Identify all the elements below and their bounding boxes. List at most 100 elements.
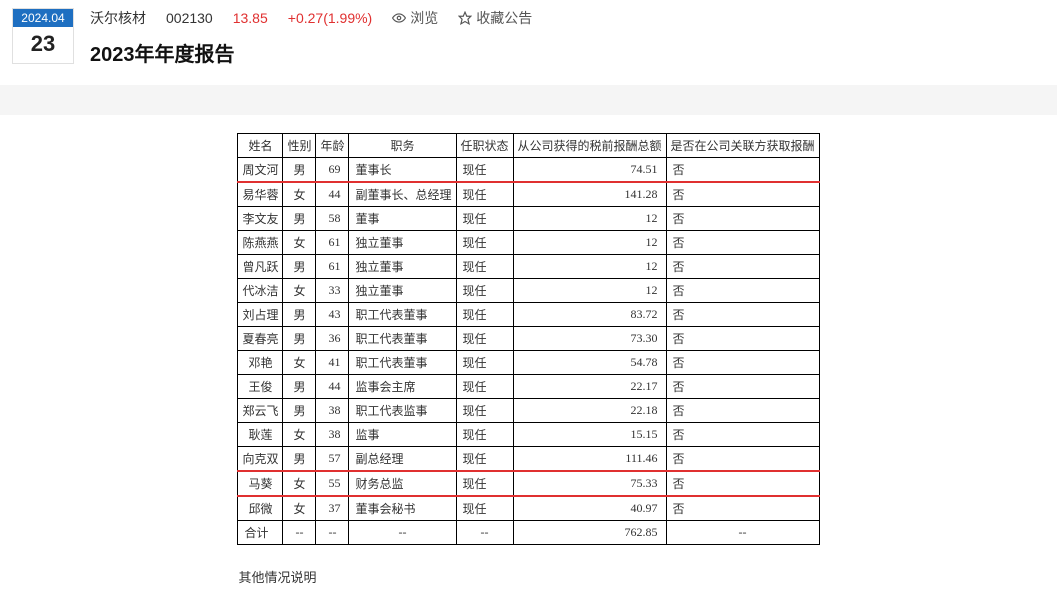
cell-age: 41 bbox=[316, 351, 349, 375]
cell-status: 现任 bbox=[456, 447, 513, 472]
cell-age: 61 bbox=[316, 231, 349, 255]
stock-name[interactable]: 沃尔核材 bbox=[90, 8, 146, 28]
total-dash: -- bbox=[666, 521, 819, 545]
cell-title: 职工代表董事 bbox=[349, 303, 456, 327]
view-label: 浏览 bbox=[410, 8, 438, 28]
table-row: 易华蓉女44副董事长、总经理现任141.28否 bbox=[238, 182, 819, 207]
cell-pay: 22.17 bbox=[513, 375, 666, 399]
cell-gender: 女 bbox=[283, 182, 316, 207]
cell-related: 否 bbox=[666, 375, 819, 399]
stock-line: 沃尔核材 002130 13.85 +0.27(1.99%) 浏览 收藏公告 bbox=[90, 8, 1045, 28]
cell-gender: 男 bbox=[283, 207, 316, 231]
cell-title: 副总经理 bbox=[349, 447, 456, 472]
stock-price: 13.85 bbox=[233, 10, 268, 26]
cell-related: 否 bbox=[666, 231, 819, 255]
cell-status: 现任 bbox=[456, 255, 513, 279]
cell-name: 马葵 bbox=[238, 471, 283, 496]
cell-gender: 女 bbox=[283, 423, 316, 447]
cell-gender: 男 bbox=[283, 327, 316, 351]
cell-gender: 男 bbox=[283, 447, 316, 472]
view-link[interactable]: 浏览 bbox=[392, 8, 438, 28]
cell-related: 否 bbox=[666, 207, 819, 231]
table-row: 李文友男58董事现任12否 bbox=[238, 207, 819, 231]
cell-pay: 40.97 bbox=[513, 496, 666, 521]
cell-name: 代冰洁 bbox=[238, 279, 283, 303]
cell-pay: 111.46 bbox=[513, 447, 666, 472]
date-year-month: 2024.04 bbox=[13, 9, 73, 27]
col-status: 任职状态 bbox=[456, 134, 513, 158]
col-related: 是否在公司关联方获取报酬 bbox=[666, 134, 819, 158]
cell-title: 职工代表董事 bbox=[349, 327, 456, 351]
total-dash: -- bbox=[316, 521, 349, 545]
document-page: 姓名 性别 年龄 职务 任职状态 从公司获得的税前报酬总额 是否在公司关联方获取… bbox=[179, 115, 879, 606]
cell-related: 否 bbox=[666, 447, 819, 472]
table-row: 邱微女37董事会秘书现任40.97否 bbox=[238, 496, 819, 521]
cell-gender: 女 bbox=[283, 351, 316, 375]
cell-pay: 54.78 bbox=[513, 351, 666, 375]
cell-status: 现任 bbox=[456, 351, 513, 375]
cell-related: 否 bbox=[666, 423, 819, 447]
cell-age: 69 bbox=[316, 158, 349, 183]
cell-related: 否 bbox=[666, 158, 819, 183]
cell-status: 现任 bbox=[456, 327, 513, 351]
executive-table: 姓名 性别 年龄 职务 任职状态 从公司获得的税前报酬总额 是否在公司关联方获取… bbox=[237, 133, 819, 545]
cell-title: 独立董事 bbox=[349, 279, 456, 303]
cell-status: 现任 bbox=[456, 207, 513, 231]
cell-status: 现任 bbox=[456, 279, 513, 303]
cell-pay: 12 bbox=[513, 231, 666, 255]
table-row: 陈燕燕女61独立董事现任12否 bbox=[238, 231, 819, 255]
cell-related: 否 bbox=[666, 327, 819, 351]
cell-age: 43 bbox=[316, 303, 349, 327]
cell-related: 否 bbox=[666, 182, 819, 207]
cell-status: 现任 bbox=[456, 158, 513, 183]
cell-name: 邱微 bbox=[238, 496, 283, 521]
cell-age: 55 bbox=[316, 471, 349, 496]
cell-title: 董事长 bbox=[349, 158, 456, 183]
table-row: 代冰洁女33独立董事现任12否 bbox=[238, 279, 819, 303]
cell-name: 陈燕燕 bbox=[238, 231, 283, 255]
table-row: 耿莲女38监事现任15.15否 bbox=[238, 423, 819, 447]
cell-gender: 男 bbox=[283, 158, 316, 183]
cell-name: 王俊 bbox=[238, 375, 283, 399]
cell-related: 否 bbox=[666, 496, 819, 521]
cell-gender: 男 bbox=[283, 255, 316, 279]
cell-title: 监事 bbox=[349, 423, 456, 447]
cell-status: 现任 bbox=[456, 423, 513, 447]
cell-title: 副董事长、总经理 bbox=[349, 182, 456, 207]
favorite-link[interactable]: 收藏公告 bbox=[458, 8, 532, 28]
cell-age: 33 bbox=[316, 279, 349, 303]
cell-status: 现任 bbox=[456, 471, 513, 496]
cell-age: 44 bbox=[316, 182, 349, 207]
cell-age: 61 bbox=[316, 255, 349, 279]
cell-title: 董事会秘书 bbox=[349, 496, 456, 521]
date-box: 2024.04 23 bbox=[12, 8, 74, 64]
total-dash: -- bbox=[456, 521, 513, 545]
cell-pay: 22.18 bbox=[513, 399, 666, 423]
table-row: 夏春亮男36职工代表董事现任73.30否 bbox=[238, 327, 819, 351]
cell-pay: 141.28 bbox=[513, 182, 666, 207]
table-row: 王俊男44监事会主席现任22.17否 bbox=[238, 375, 819, 399]
total-dash: -- bbox=[349, 521, 456, 545]
cell-pay: 75.33 bbox=[513, 471, 666, 496]
stock-change: +0.27(1.99%) bbox=[288, 10, 372, 26]
cell-title: 独立董事 bbox=[349, 255, 456, 279]
cell-pay: 83.72 bbox=[513, 303, 666, 327]
cell-status: 现任 bbox=[456, 399, 513, 423]
cell-name: 易华蓉 bbox=[238, 182, 283, 207]
title-block: 沃尔核材 002130 13.85 +0.27(1.99%) 浏览 收藏公告 2… bbox=[90, 8, 1045, 67]
total-dash: -- bbox=[283, 521, 316, 545]
table-row: 邓艳女41职工代表董事现任54.78否 bbox=[238, 351, 819, 375]
cell-age: 36 bbox=[316, 327, 349, 351]
col-age: 年龄 bbox=[316, 134, 349, 158]
table-row: 曾凡跃男61独立董事现任12否 bbox=[238, 255, 819, 279]
star-icon bbox=[458, 11, 472, 25]
cell-title: 财务总监 bbox=[349, 471, 456, 496]
cell-name: 夏春亮 bbox=[238, 327, 283, 351]
cell-related: 否 bbox=[666, 351, 819, 375]
cell-related: 否 bbox=[666, 471, 819, 496]
cell-gender: 女 bbox=[283, 279, 316, 303]
cell-name: 刘占理 bbox=[238, 303, 283, 327]
cell-title: 职工代表董事 bbox=[349, 351, 456, 375]
cell-gender: 女 bbox=[283, 496, 316, 521]
cell-name: 耿莲 bbox=[238, 423, 283, 447]
